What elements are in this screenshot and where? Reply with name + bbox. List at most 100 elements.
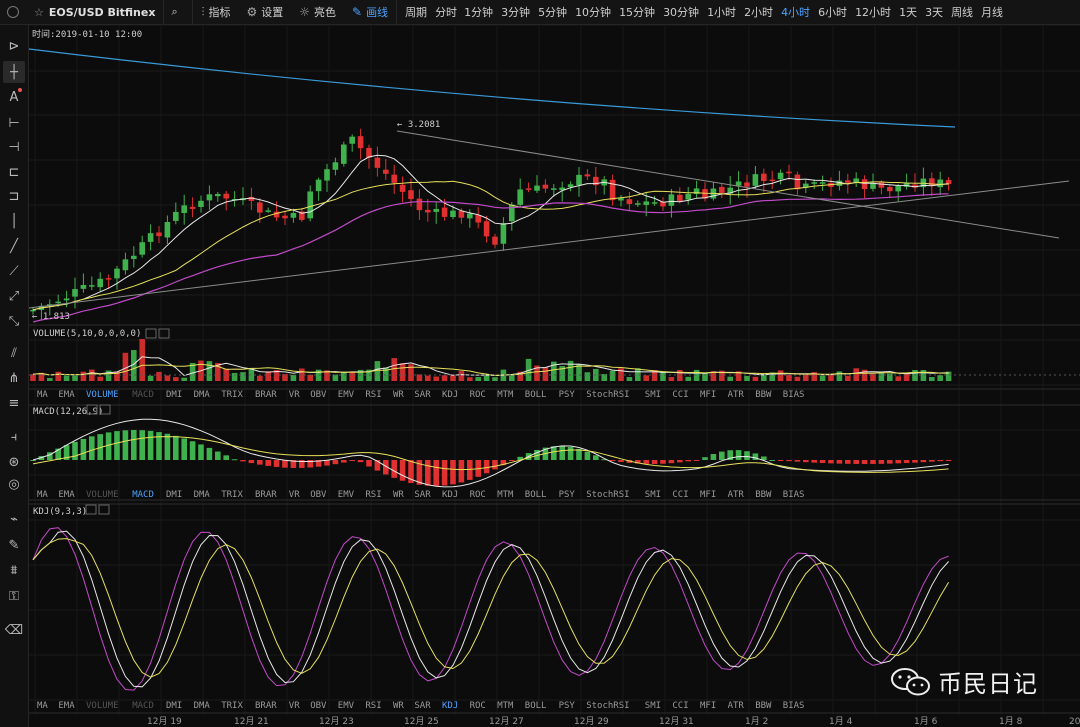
volume-bar[interactable] (80, 371, 87, 381)
vline-icon[interactable]: │ (3, 210, 25, 232)
macd-histogram-bar[interactable] (912, 460, 918, 463)
pane-control-icon[interactable] (145, 328, 157, 339)
volume-bar[interactable] (408, 364, 414, 381)
volume-bar[interactable] (626, 377, 633, 381)
candle-body[interactable] (223, 193, 229, 199)
period-8[interactable]: 2小时 (740, 4, 777, 20)
trash-icon[interactable]: ⌫ (3, 619, 25, 641)
macd-histogram-bar[interactable] (719, 451, 725, 460)
macd-histogram-bar[interactable] (786, 460, 792, 462)
macd-histogram-bar[interactable] (710, 454, 717, 460)
indicator-tab-brar[interactable]: BRAR (255, 701, 277, 711)
indicator-tab-dma[interactable]: DMA (194, 390, 211, 400)
macd-histogram-bar[interactable] (131, 430, 137, 460)
volume-bar[interactable] (819, 375, 826, 381)
candle-body[interactable] (534, 185, 540, 191)
volume-bar[interactable] (72, 375, 78, 381)
period-9[interactable]: 4小时 (777, 4, 814, 20)
indicator-tab-brar[interactable]: BRAR (255, 390, 277, 400)
indicator-tab-volume[interactable]: VOLUME (86, 490, 119, 500)
crosshair-icon[interactable]: ┼ (3, 61, 25, 83)
candle-body[interactable] (72, 289, 78, 297)
indicator-tab-mtm[interactable]: MTM (497, 390, 514, 400)
candle-body[interactable] (257, 202, 263, 213)
indicator-tab-ma[interactable]: MA (37, 701, 48, 711)
cursor-icon[interactable]: ⊳ (3, 35, 25, 57)
ray-icon[interactable]: ⟋ (3, 260, 25, 282)
fib-icon[interactable]: ≡ (3, 392, 25, 414)
candle-body[interactable] (525, 188, 532, 190)
volume-bar[interactable] (257, 375, 263, 381)
candle-body[interactable] (408, 190, 414, 200)
macd-histogram-bar[interactable] (425, 460, 431, 486)
macd-histogram-bar[interactable] (803, 460, 809, 463)
candle-body[interactable] (811, 182, 817, 184)
volume-bar[interactable] (920, 370, 927, 381)
spiral-icon[interactable]: ◎ (3, 473, 25, 495)
candle-body[interactable] (752, 174, 759, 186)
candle-body[interactable] (206, 194, 213, 201)
macd-histogram-bar[interactable] (122, 430, 129, 460)
macd-histogram-bar[interactable] (492, 460, 498, 470)
volume-bar[interactable] (895, 376, 901, 381)
macd-histogram-bar[interactable] (257, 460, 263, 465)
candle-body[interactable] (105, 278, 112, 280)
volume-bar[interactable] (206, 361, 213, 381)
macd-histogram-bar[interactable] (441, 460, 448, 486)
macd-histogram-bar[interactable] (139, 430, 145, 460)
period-5[interactable]: 15分钟 (615, 4, 659, 20)
candle-body[interactable] (332, 162, 339, 170)
candle-body[interactable] (391, 174, 397, 183)
lock-icon[interactable]: ⚿ (3, 585, 25, 607)
candle-body[interactable] (63, 298, 70, 301)
candle-body[interactable] (80, 284, 87, 289)
indicator-tab-vr[interactable]: VR (289, 390, 300, 400)
candle-body[interactable] (643, 201, 649, 205)
candle-body[interactable] (374, 157, 381, 168)
macd-histogram-bar[interactable] (945, 460, 952, 461)
candle-body[interactable] (786, 171, 792, 174)
candle-body[interactable] (357, 136, 364, 149)
candle-body[interactable] (89, 285, 95, 287)
indicator-tab-stochrsi[interactable]: StochRSI (586, 490, 629, 500)
volume-bar[interactable] (290, 374, 297, 381)
extended-line-icon[interactable]: ⤢ (3, 285, 25, 307)
candle-body[interactable] (139, 242, 145, 255)
volume-bar[interactable] (727, 376, 733, 381)
candle-body[interactable] (651, 202, 658, 204)
indicator-tab-mtm[interactable]: MTM (497, 701, 514, 711)
period-2[interactable]: 3分钟 (497, 4, 534, 20)
indicator-tab-dmi[interactable]: DMI (166, 701, 182, 711)
indicator-tab-vr[interactable]: VR (289, 490, 300, 500)
indicator-tab-rsi[interactable]: RSI (365, 490, 381, 500)
candle-body[interactable] (895, 185, 901, 192)
period-11[interactable]: 12小时 (851, 4, 895, 20)
indicator-tab-bias[interactable]: BIAS (783, 701, 805, 711)
macd-histogram-bar[interactable] (693, 460, 700, 461)
pane-control-icon[interactable] (98, 504, 110, 515)
macd-histogram-bar[interactable] (366, 460, 372, 467)
macd-histogram-bar[interactable] (819, 460, 826, 464)
resistance-trendline[interactable] (396, 130, 1060, 239)
macd-histogram-bar[interactable] (861, 460, 868, 464)
candle-body[interactable] (735, 181, 742, 186)
macd-histogram-bar[interactable] (551, 446, 557, 460)
volume-bar[interactable] (937, 375, 943, 381)
candle-body[interactable] (324, 169, 330, 181)
indicator-tab-atr[interactable]: ATR (728, 490, 745, 500)
indicator-tab-obv[interactable]: OBV (310, 390, 327, 400)
volume-bar[interactable] (845, 375, 851, 381)
macd-histogram-bar[interactable] (231, 459, 238, 461)
macd-histogram-bar[interactable] (114, 431, 120, 460)
ruler-icon[interactable]: ⌁ (3, 508, 25, 530)
volume-bar[interactable] (836, 371, 843, 381)
indicator-tab-kdj[interactable]: KDJ (442, 490, 458, 500)
macd-histogram-bar[interactable] (483, 460, 490, 474)
macd-histogram-bar[interactable] (433, 460, 439, 486)
macd-histogram-bar[interactable] (164, 433, 171, 460)
macd-histogram-bar[interactable] (811, 460, 817, 463)
volume-bar[interactable] (164, 375, 171, 381)
volume-bar[interactable] (231, 372, 238, 381)
indicator-tab-obv[interactable]: OBV (310, 701, 327, 711)
candle-body[interactable] (794, 174, 801, 190)
